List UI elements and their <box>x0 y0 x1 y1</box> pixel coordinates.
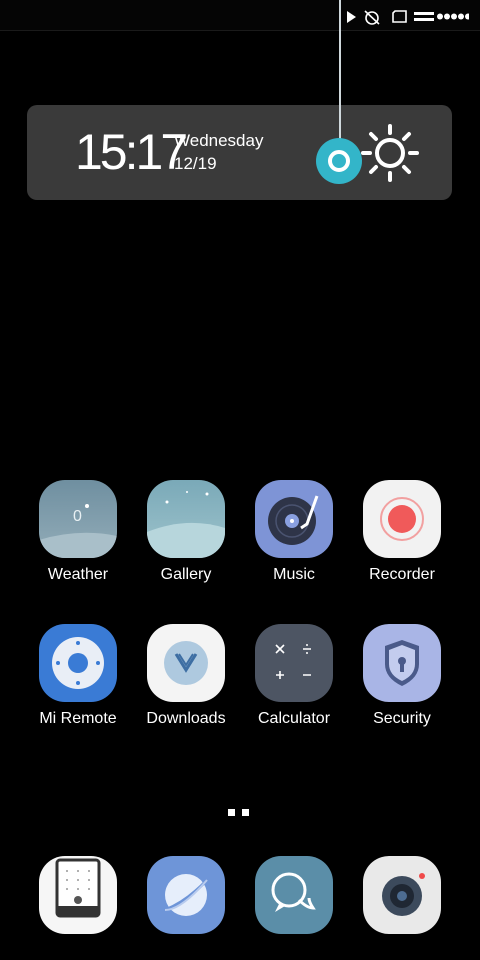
security-icon[interactable] <box>363 624 441 702</box>
signal-dots-icon <box>437 13 469 20</box>
app-weather[interactable]: 0 Weather <box>33 480 123 584</box>
browser-icon-art <box>164 874 209 916</box>
status-bar <box>0 0 480 31</box>
sun-icon[interactable] <box>360 123 420 183</box>
app-calculator[interactable]: Calculator <box>249 624 339 728</box>
app-label: Music <box>273 566 315 583</box>
gallery-icon-art <box>147 491 225 558</box>
weekday-label: Wednesday <box>174 131 264 150</box>
dock-messages[interactable] <box>249 856 339 934</box>
calculator-icon-art <box>275 644 311 679</box>
camera-icon-art <box>382 873 425 916</box>
page-dot <box>242 809 249 816</box>
weather-icon[interactable]: 0 <box>39 480 117 558</box>
app-label: Calculator <box>257 710 331 727</box>
app-mi-remote[interactable]: Mi Remote <box>33 624 123 728</box>
messages-icon[interactable] <box>255 856 333 934</box>
app-label: Downloads <box>146 710 226 727</box>
dock-browser[interactable] <box>141 856 231 934</box>
clock-widget[interactable]: 15:17 Wednesday 12/19 <box>27 105 452 200</box>
dock-camera[interactable] <box>357 856 447 934</box>
gallery-icon[interactable] <box>147 480 225 558</box>
weather-badge: 0 <box>73 508 82 525</box>
app-label: Mi Remote <box>39 710 117 727</box>
app-label: Weather <box>47 566 109 583</box>
app-gallery[interactable]: Gallery <box>141 480 231 584</box>
downloads-icon-art <box>164 641 208 685</box>
page-dot <box>228 809 235 816</box>
clock-time[interactable]: 15:17 <box>75 123 188 181</box>
app-label: Security <box>373 710 431 727</box>
downloads-icon[interactable] <box>147 624 225 702</box>
remote-icon-art <box>52 637 104 689</box>
app-security[interactable]: Security <box>357 624 447 728</box>
phone-icon-art <box>55 858 101 918</box>
music-icon-art <box>268 495 319 545</box>
date-label: 12/19 <box>174 154 217 173</box>
music-icon[interactable] <box>255 480 333 558</box>
app-recorder[interactable]: Recorder <box>357 480 447 584</box>
camera-icon[interactable] <box>363 856 441 934</box>
page-indicator <box>228 803 256 821</box>
alarm-off-icon <box>364 10 380 25</box>
security-icon-art <box>385 640 419 686</box>
remote-icon[interactable] <box>39 624 117 702</box>
calculator-icon[interactable] <box>255 624 333 702</box>
app-label: Gallery <box>160 566 212 583</box>
app-label: Recorder <box>369 566 435 583</box>
app-downloads[interactable]: Downloads <box>141 624 231 728</box>
app-music[interactable]: Music <box>249 480 339 584</box>
browser-icon[interactable] <box>147 856 225 934</box>
drag-line <box>339 0 341 150</box>
toggle-handle-icon[interactable] <box>316 138 362 184</box>
battery-icon <box>414 12 434 21</box>
dock-phone[interactable] <box>33 856 123 934</box>
phone-icon[interactable] <box>39 856 117 934</box>
play-icon <box>347 11 356 23</box>
messages-icon-art <box>271 872 316 912</box>
recorder-icon-art <box>380 497 424 541</box>
recorder-icon[interactable] <box>363 480 441 558</box>
sim-card-icon <box>392 10 407 23</box>
